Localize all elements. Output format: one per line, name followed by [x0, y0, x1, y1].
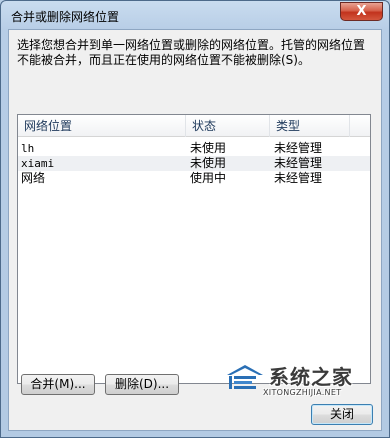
column-header-status[interactable]: 状态	[186, 115, 270, 137]
description-text: 选择您想合并到单一网络位置或删除的网络位置。托管的网络位置不能被合并，而且正在使…	[17, 38, 366, 67]
location-type: 未经管理	[274, 141, 323, 155]
location-name: lh	[21, 142, 35, 155]
location-name: 网络	[21, 171, 46, 185]
list-item[interactable]: xiami 未使用 未经管理	[18, 156, 370, 171]
column-header-filler	[350, 115, 370, 137]
network-location-list[interactable]: 网络位置 状态 类型 lh 未使用 未经管理 xiami 未使用 未经管理 网络…	[17, 114, 371, 384]
dialog-client-area: 选择您想合并到单一网络位置或删除的网络位置。托管的网络位置不能被合并，而且正在使…	[8, 29, 382, 431]
column-header-type[interactable]: 类型	[270, 115, 350, 137]
merge-button[interactable]: 合并(M)...	[21, 374, 95, 395]
location-type: 未经管理	[274, 171, 323, 185]
window-close-button[interactable]: X	[340, 2, 383, 21]
location-status: 使用中	[190, 171, 227, 185]
location-name: xiami	[21, 157, 55, 170]
window-title: 合并或删除网络位置	[11, 10, 120, 24]
location-status: 未使用	[190, 141, 227, 155]
list-item[interactable]: lh 未使用 未经管理	[18, 141, 370, 156]
title-bar[interactable]: 合并或删除网络位置 X	[1, 1, 389, 29]
location-type: 未经管理	[274, 156, 323, 170]
close-button[interactable]: 关闭	[311, 404, 373, 425]
list-header: 网络位置 状态 类型	[18, 115, 370, 137]
dialog-window: 合并或删除网络位置 X 选择您想合并到单一网络位置或删除的网络位置。托管的网络位…	[0, 0, 390, 438]
delete-button[interactable]: 删除(D)...	[105, 374, 179, 395]
list-item[interactable]: 网络 使用中 未经管理	[18, 171, 370, 186]
column-header-location[interactable]: 网络位置	[18, 115, 186, 137]
location-status: 未使用	[190, 156, 227, 170]
